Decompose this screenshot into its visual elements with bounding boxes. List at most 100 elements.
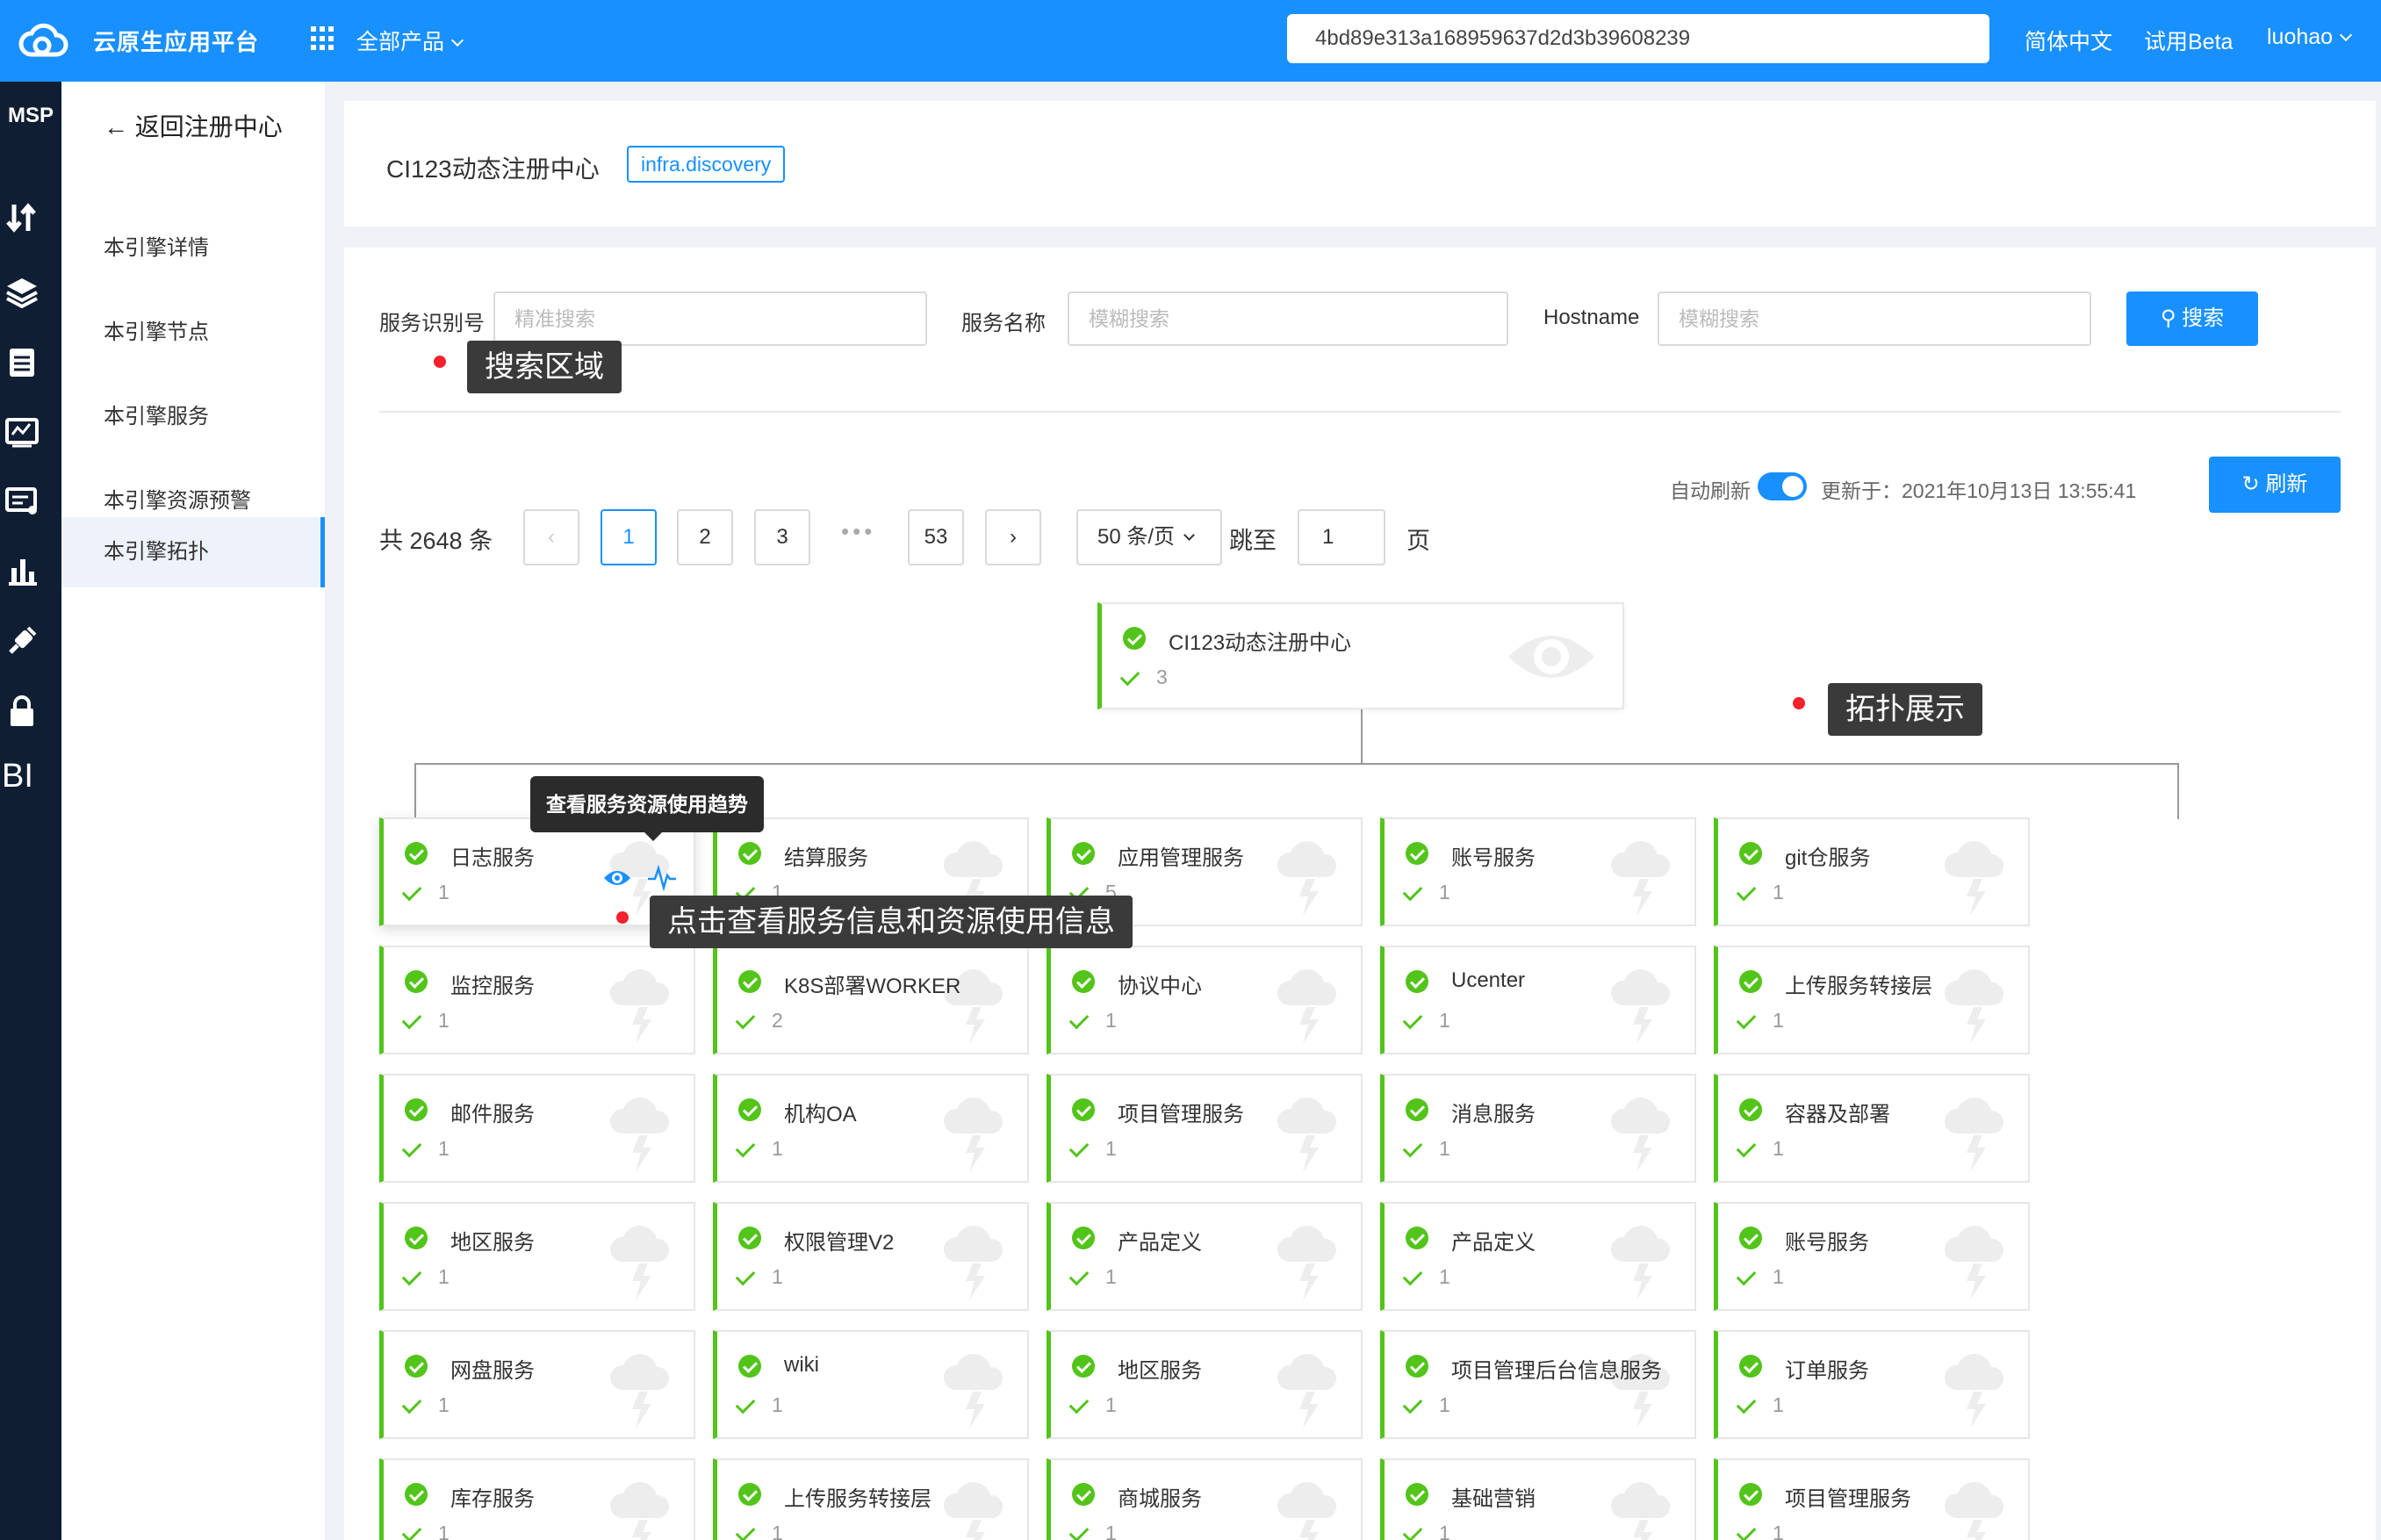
- service-node[interactable]: 基础营销 1: [1380, 1458, 1696, 1540]
- service-node[interactable]: 账号服务 1: [1714, 1202, 2030, 1311]
- page-2-button[interactable]: 2: [677, 509, 733, 565]
- topology-root-node[interactable]: CI123动态注册中心 3: [1097, 602, 1624, 709]
- language-switch[interactable]: 简体中文: [2025, 25, 2112, 56]
- eye-icon[interactable]: [602, 867, 632, 889]
- service-node[interactable]: 库存服务 1: [379, 1458, 695, 1540]
- service-node-count: 1: [772, 1522, 783, 1540]
- cloud-logo-icon[interactable]: [18, 19, 68, 61]
- check-icon: [1119, 666, 1140, 687]
- auto-refresh-toggle[interactable]: [1758, 472, 1807, 500]
- service-node[interactable]: 项目管理服务 1: [1047, 1074, 1363, 1183]
- service-node[interactable]: 权限管理V2 1: [713, 1202, 1029, 1311]
- check-icon: [735, 1137, 756, 1158]
- service-node[interactable]: 账号服务 1: [1380, 817, 1696, 926]
- check-circle-icon: [1739, 1483, 1762, 1506]
- layers-icon[interactable]: [4, 273, 40, 310]
- pagination-ellipsis[interactable]: •••: [841, 518, 875, 545]
- plug-icon[interactable]: [4, 622, 40, 659]
- monitor-icon[interactable]: [4, 414, 40, 450]
- arrows-icon[interactable]: [4, 199, 40, 236]
- service-node[interactable]: 商城服务 1: [1047, 1458, 1363, 1540]
- service-node[interactable]: 容器及部署 1: [1714, 1074, 2030, 1183]
- global-search-input[interactable]: 4bd89e313a168959637d2d3b39608239: [1287, 14, 1989, 63]
- lock-icon[interactable]: [4, 693, 40, 730]
- check-circle-icon: [738, 970, 761, 993]
- page-size-select[interactable]: 50 条/页: [1076, 509, 1222, 565]
- service-name-input[interactable]: 模糊搜索: [1068, 291, 1508, 346]
- beta-link[interactable]: 试用Beta: [2144, 25, 2233, 56]
- check-icon: [1736, 1522, 1757, 1540]
- service-node[interactable]: 项目管理后台信息服务 1: [1380, 1330, 1696, 1439]
- service-node[interactable]: 产品定义 1: [1047, 1202, 1363, 1311]
- service-node-name: 账号服务: [1785, 1231, 1869, 1255]
- heartbeat-chart-icon[interactable]: [646, 864, 678, 892]
- hostname-input[interactable]: 模糊搜索: [1658, 291, 2091, 346]
- service-node-count: 1: [1439, 1009, 1450, 1032]
- next-page-button[interactable]: ›: [985, 509, 1041, 565]
- check-circle-icon: [1406, 1098, 1428, 1121]
- sidebar-item-engine-nodes[interactable]: 本引擎节点: [61, 298, 325, 368]
- service-node[interactable]: 地区服务 1: [1047, 1330, 1363, 1439]
- jump-label: 跳至: [1229, 528, 1277, 554]
- apps-grid-icon[interactable]: [311, 26, 335, 51]
- service-node[interactable]: 机构OA 1: [713, 1074, 1029, 1183]
- service-node-count: 1: [438, 1265, 450, 1288]
- check-circle-icon: [405, 1227, 428, 1249]
- service-node[interactable]: 邮件服务 1: [379, 1074, 695, 1183]
- service-node[interactable]: 上传服务转接层 1: [1714, 946, 2030, 1054]
- page-53-button[interactable]: 53: [908, 509, 964, 565]
- page-size-value: 50 条/页: [1097, 525, 1176, 549]
- check-icon: [1736, 1265, 1757, 1286]
- check-circle-icon: [1072, 1355, 1095, 1378]
- service-node[interactable]: 订单服务 1: [1714, 1330, 2030, 1439]
- page-1-button[interactable]: 1: [601, 509, 657, 565]
- back-to-registry-link[interactable]: ← 返回注册中心: [104, 108, 283, 143]
- sidebar-item-engine-topology[interactable]: 本引擎拓扑: [61, 517, 325, 587]
- cloud-lightning-icon: [1940, 1086, 2011, 1174]
- rail-bi-label[interactable]: BI: [2, 758, 63, 795]
- service-node[interactable]: wiki 1: [713, 1330, 1029, 1439]
- refresh-button[interactable]: ↻ 刷新: [2209, 457, 2341, 513]
- annotation-dot: [1793, 697, 1805, 709]
- check-icon: [1402, 881, 1423, 902]
- search-button[interactable]: ⚲ 搜索: [2126, 291, 2258, 346]
- clipboard-icon[interactable]: [4, 343, 40, 380]
- cloud-lightning-icon: [1940, 1342, 2011, 1430]
- topology-connector: [2177, 763, 2179, 819]
- service-node[interactable]: 上传服务转接层 1: [713, 1458, 1029, 1540]
- service-node-name: 日志服务: [450, 846, 535, 870]
- check-icon: [401, 881, 422, 902]
- sidebar-item-engine-services[interactable]: 本引擎服务: [61, 382, 325, 452]
- check-circle-icon: [1739, 970, 1762, 993]
- service-node[interactable]: 产品定义 1: [1380, 1202, 1696, 1311]
- service-node[interactable]: 项目管理服务 1: [1714, 1458, 2030, 1540]
- prev-page-button[interactable]: ‹: [523, 509, 579, 565]
- bar-chart-icon[interactable]: [4, 552, 40, 589]
- check-icon: [401, 1009, 422, 1030]
- screen-icon[interactable]: [4, 482, 40, 519]
- page-3-button[interactable]: 3: [754, 509, 810, 565]
- app-title[interactable]: 云原生应用平台: [93, 25, 259, 57]
- sidebar-item-engine-detail[interactable]: 本引擎详情: [61, 213, 325, 284]
- service-node[interactable]: 消息服务 1: [1380, 1074, 1696, 1183]
- check-icon: [1068, 1265, 1090, 1286]
- service-node-count: 1: [438, 1009, 450, 1032]
- all-products-menu[interactable]: 全部产品: [356, 25, 464, 56]
- service-node[interactable]: git仓服务 1: [1714, 817, 2030, 926]
- service-node[interactable]: K8S部署WORKER 2: [713, 946, 1029, 1054]
- service-node[interactable]: 网盘服务 1: [379, 1330, 695, 1439]
- cloud-lightning-icon: [1607, 1471, 1677, 1540]
- service-id-input[interactable]: 精准搜索: [493, 291, 927, 346]
- service-node[interactable]: 协议中心 1: [1047, 946, 1363, 1054]
- service-node[interactable]: 地区服务 1: [379, 1202, 695, 1311]
- arrow-left-icon: ←: [104, 113, 135, 140]
- service-node[interactable]: Ucenter 1: [1380, 946, 1696, 1054]
- rail-msp-label[interactable]: MSP: [0, 104, 61, 128]
- jump-page-input[interactable]: 1: [1298, 509, 1385, 565]
- user-menu[interactable]: luohao: [2267, 25, 2353, 50]
- cloud-lightning-icon: [939, 1086, 1010, 1174]
- check-circle-icon: [1739, 1355, 1762, 1378]
- check-icon: [735, 1009, 756, 1030]
- service-node[interactable]: 监控服务 1: [379, 946, 695, 1054]
- check-circle-icon: [738, 1227, 761, 1249]
